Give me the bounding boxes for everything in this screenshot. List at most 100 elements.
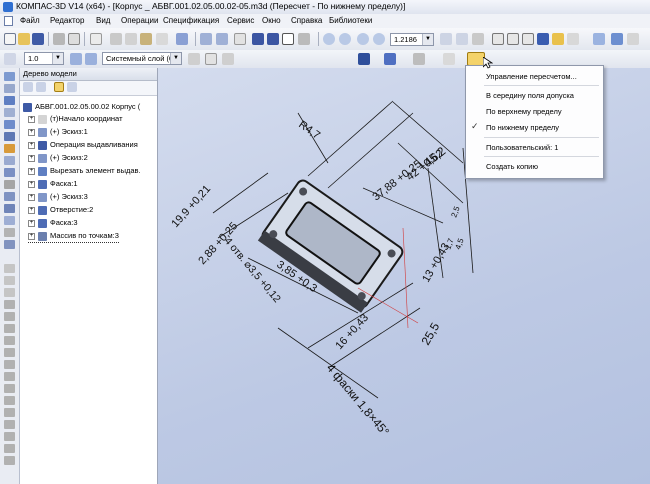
print-icon[interactable] (53, 33, 65, 45)
shell-icon[interactable] (4, 180, 15, 189)
aux-geometry-icon[interactable] (4, 324, 15, 333)
shaded-edges-icon[interactable] (552, 33, 564, 45)
rotate-icon[interactable] (456, 33, 468, 45)
hidden-lines-icon[interactable] (507, 33, 519, 45)
tree-item-chamfer1[interactable]: + Фаска:1 (28, 178, 78, 190)
expand-icon[interactable]: + (28, 206, 35, 214)
array-icon[interactable] (4, 204, 15, 213)
layer-state-icon[interactable] (70, 53, 82, 65)
tree-options-icon[interactable] (67, 82, 77, 92)
expand-icon[interactable]: + (28, 193, 35, 201)
grid-icon[interactable] (205, 53, 217, 65)
layer-combo[interactable]: Системный слой (0) ▼ (102, 52, 182, 65)
assembly-icon[interactable] (4, 372, 15, 381)
page-icon[interactable] (90, 33, 102, 45)
surfaces-icon[interactable] (4, 300, 15, 309)
kinematic-icon[interactable] (4, 120, 15, 129)
split-icon[interactable] (4, 240, 15, 249)
chamfer-icon[interactable] (4, 168, 15, 177)
perspective-icon[interactable] (567, 33, 579, 45)
menu-view[interactable]: Вид (96, 16, 110, 25)
save-icon[interactable] (32, 33, 44, 45)
orientation-icon[interactable] (472, 33, 484, 45)
manager-icon[interactable] (252, 33, 264, 45)
menu-custom[interactable]: Пользовательский: 1 (486, 143, 558, 152)
render-tool-icon[interactable] (4, 456, 15, 465)
dimensions-icon[interactable] (4, 348, 15, 357)
menu-tolerance-upper[interactable]: По верхнему пределу (486, 107, 562, 116)
new-document-icon[interactable] (4, 33, 16, 45)
mirror-icon[interactable] (4, 216, 15, 225)
cut-tool-icon[interactable] (4, 408, 15, 417)
extrude-icon[interactable] (4, 96, 15, 105)
tree-item-sketch3[interactable]: + (+) Эскиз:3 (28, 191, 88, 203)
expand-icon[interactable]: + (28, 154, 35, 162)
expand-icon[interactable]: + (28, 141, 35, 149)
rotate-op-icon[interactable] (4, 108, 15, 117)
menu-service[interactable]: Сервис (227, 16, 254, 25)
check-tool-icon[interactable] (4, 432, 15, 441)
filter-icon[interactable] (413, 53, 425, 65)
copy-icon[interactable] (125, 33, 137, 45)
tree-item-point-array[interactable]: + Массив по точкам:3 (28, 230, 119, 243)
tree-item-sketch1[interactable]: + (+) Эскиз:1 (28, 126, 88, 138)
properties-icon[interactable] (176, 33, 188, 45)
zoom-window-icon[interactable] (323, 33, 335, 45)
menu-libraries[interactable]: Библиотеки (329, 16, 372, 25)
curves-icon[interactable] (4, 312, 15, 321)
variables-tool-icon[interactable] (4, 396, 15, 405)
document-icon[interactable] (4, 16, 13, 26)
help-icon[interactable] (611, 33, 623, 45)
light-icon[interactable] (358, 53, 370, 65)
view-tool-icon[interactable] (4, 444, 15, 453)
tree-item-extrude[interactable]: + Операция выдавливания (28, 139, 138, 151)
local-cs-icon[interactable] (222, 53, 234, 65)
tree-item-hole2[interactable]: + Отверстие:2 (28, 204, 93, 216)
zoom-combo[interactable]: 1.2186 ▼ (390, 33, 434, 46)
tree-item-sketch2[interactable]: + (+) Эскиз:2 (28, 152, 88, 164)
variables-icon[interactable] (267, 33, 279, 45)
expand-icon[interactable]: + (28, 180, 35, 188)
menu-help[interactable]: Справка (291, 16, 322, 25)
display-icon[interactable] (443, 53, 455, 65)
shaded-icon[interactable] (537, 33, 549, 45)
chevron-down-icon[interactable]: ▼ (170, 53, 181, 64)
wireframe-icon[interactable] (492, 33, 504, 45)
menu-create-copy[interactable]: Создать копию (486, 162, 538, 171)
measure-tool-icon[interactable] (4, 264, 15, 273)
menu-recalc-manage[interactable]: Управление пересчетом... (486, 72, 577, 81)
options-icon[interactable] (627, 33, 639, 45)
tree-item-root[interactable]: АБВГ.001.02.05.00.02 Корпус ( (23, 101, 140, 113)
layer-manager-icon[interactable] (85, 53, 97, 65)
redo-icon[interactable] (216, 33, 228, 45)
edit-part-icon[interactable] (4, 72, 15, 81)
tree-structure-icon[interactable] (23, 82, 33, 92)
menu-operations[interactable]: Операции (121, 16, 158, 25)
expand-icon[interactable]: + (28, 115, 35, 123)
expand-icon[interactable]: + (28, 128, 35, 136)
loft-icon[interactable] (4, 132, 15, 141)
rib-icon[interactable] (4, 192, 15, 201)
tree-item-cut-extrude[interactable]: + Вырезать элемент выдав. (28, 165, 141, 177)
tree-item-chamfer3[interactable]: + Фаска:3 (28, 217, 78, 229)
cursor-icon[interactable] (188, 53, 200, 65)
library-icon[interactable] (4, 384, 15, 393)
chevron-down-icon[interactable]: ▼ (52, 53, 63, 64)
reports-icon[interactable] (4, 288, 15, 297)
pattern-tool-icon[interactable] (4, 420, 15, 429)
menu-editor[interactable]: Редактор (50, 16, 84, 25)
expand-icon[interactable]: + (28, 232, 35, 240)
settings-icon[interactable] (593, 33, 605, 45)
menu-file[interactable]: Файл (20, 16, 40, 25)
sheet-metal-icon[interactable] (4, 336, 15, 345)
hole-icon[interactable] (4, 144, 15, 153)
tree-build-order-icon[interactable] (36, 82, 46, 92)
thin-lines-icon[interactable] (522, 33, 534, 45)
zoom-in-icon[interactable] (357, 33, 369, 45)
sketch-icon[interactable] (4, 84, 15, 93)
menu-tolerance-lower[interactable]: По нижнему пределу (486, 123, 559, 132)
menu-window[interactable]: Окно (262, 16, 281, 25)
zoom-out-icon[interactable] (373, 33, 385, 45)
zoom-all-icon[interactable] (339, 33, 351, 45)
expand-icon[interactable]: + (28, 219, 35, 227)
